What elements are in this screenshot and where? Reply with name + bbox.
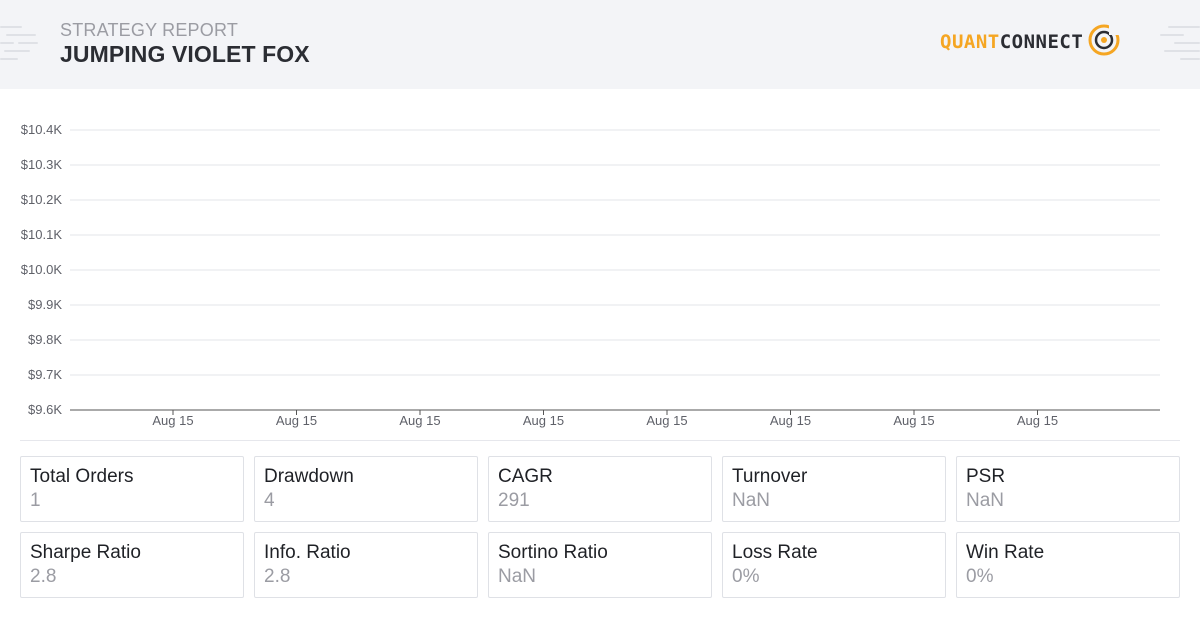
stat-card: Drawdown 4 — [254, 456, 478, 522]
stat-value: 291 — [498, 490, 530, 511]
stat-value: 4 — [264, 490, 275, 511]
stat-value: NaN — [966, 490, 1005, 511]
y-axis-tick-labels: $10.4K $10.3K $10.2K $10.1K $10.0K $9.9K $9.8K… — [21, 122, 63, 417]
stat-label: Info. Ratio — [264, 542, 351, 563]
decorative-lines-left — [0, 26, 40, 66]
y-tick-label: $9.8K — [28, 332, 62, 347]
stat-value: 2.8 — [264, 566, 291, 587]
x-tick-label: Aug 15 — [646, 413, 687, 428]
stat-label: Drawdown — [264, 466, 354, 487]
stat-card: Info. Ratio 2.8 — [254, 532, 478, 598]
x-tick-label: Aug 15 — [893, 413, 934, 428]
stat-card: Turnover NaN — [722, 456, 946, 522]
stat-card: Total Orders 1 — [20, 456, 244, 522]
stat-label: CAGR — [498, 466, 553, 487]
report-header: STRATEGY REPORT JUMPING VIOLET FOX QUANT… — [0, 0, 1200, 89]
equity-chart: $10.4K $10.3K $10.2K $10.1K $10.0K $9.9K $9.8K… — [21, 122, 1160, 428]
stat-label: Loss Rate — [732, 542, 818, 563]
y-tick-label: $9.6K — [28, 402, 62, 417]
stat-label: Total Orders — [30, 466, 134, 487]
stat-value: 0% — [732, 566, 760, 587]
logo-text-connect: CONNECT — [999, 31, 1084, 53]
stats-grid: Total Orders 1 Drawdown 4 CAGR 291 Turnover NaN… — [20, 456, 1180, 598]
stat-label: Sharpe Ratio — [30, 542, 141, 563]
x-tick-label: Aug 15 — [399, 413, 440, 428]
x-tick-label: Aug 15 — [276, 413, 317, 428]
quantconnect-ring-icon — [1087, 23, 1121, 62]
stat-value: NaN — [732, 490, 771, 511]
quantconnect-logo: QUANT CONNECT — [940, 24, 1121, 60]
stat-label: Win Rate — [966, 542, 1045, 563]
stat-value: 2.8 — [30, 566, 57, 587]
strategy-title: JUMPING VIOLET FOX — [60, 41, 310, 67]
report-subtitle: STRATEGY REPORT — [60, 20, 239, 40]
y-tick-label: $10.3K — [21, 157, 63, 172]
stat-card: Loss Rate 0% — [722, 532, 946, 598]
stat-label: PSR — [966, 466, 1006, 487]
y-tick-label: $10.0K — [21, 262, 63, 277]
stat-card: Sharpe Ratio 2.8 — [20, 532, 244, 598]
chart-gridlines — [70, 129, 1160, 376]
x-tick-label: Aug 15 — [1017, 413, 1058, 428]
stat-value: NaN — [498, 566, 537, 587]
stat-label: Turnover — [732, 466, 808, 487]
y-tick-label: $10.1K — [21, 227, 63, 242]
stat-card: Sortino Ratio NaN — [488, 532, 712, 598]
x-tick-label: Aug 15 — [152, 413, 193, 428]
stat-label: Sortino Ratio — [498, 542, 608, 563]
x-tick-label: Aug 15 — [770, 413, 811, 428]
section-divider — [20, 440, 1180, 441]
stat-card: CAGR 291 — [488, 456, 712, 522]
stat-value: 1 — [30, 490, 41, 511]
y-tick-label: $9.9K — [28, 297, 62, 312]
logo-text-quant: QUANT — [940, 31, 1000, 53]
x-tick-label: Aug 15 — [523, 413, 564, 428]
y-tick-label: $10.4K — [21, 122, 63, 137]
decorative-lines-right — [1160, 26, 1200, 66]
x-axis-tick-labels: Aug 15 Aug 15 Aug 15 Aug 15 Aug 15 Aug 15 Aug … — [152, 410, 1058, 428]
y-tick-label: $10.2K — [21, 192, 63, 207]
stat-value: 0% — [966, 566, 994, 587]
stat-card: Win Rate 0% — [956, 532, 1180, 598]
stat-card: PSR NaN — [956, 456, 1180, 522]
y-tick-label: $9.7K — [28, 367, 62, 382]
